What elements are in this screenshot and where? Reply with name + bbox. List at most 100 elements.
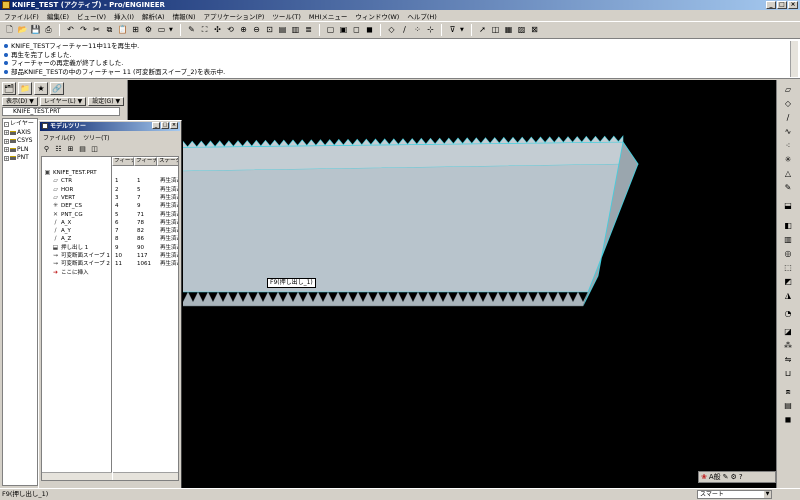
column-header-status[interactable]: ステータス <box>157 157 178 166</box>
csys-icon[interactable]: ⊹ <box>425 25 436 36</box>
tree-filter-icon[interactable]: ⚲ <box>42 144 51 153</box>
model-tree-tab[interactable]: 🗂 <box>2 82 16 95</box>
rib-tool-icon[interactable]: ◩ <box>782 276 794 288</box>
refit-icon[interactable]: ⛶ <box>199 25 210 36</box>
selection-filter-select[interactable]: スマート ▼ <box>697 490 772 499</box>
tree-row[interactable]: ∕A_Z886再生済み <box>42 235 178 243</box>
pattern-tool-icon[interactable]: ⁂ <box>782 340 794 352</box>
tree-row[interactable]: ∕A_Y782再生済み <box>42 227 178 235</box>
saved-views-icon[interactable]: ▥ <box>290 25 301 36</box>
draft-tool-icon[interactable]: ◮ <box>782 290 794 302</box>
column-header-feat-num[interactable]: フィーチャー <box>112 157 134 166</box>
minimize-button[interactable]: _ <box>152 122 160 129</box>
close-window-icon[interactable]: ⊠ <box>529 25 540 36</box>
no-hidden-icon[interactable]: ◻ <box>351 25 362 36</box>
spin-center-icon[interactable]: ✣ <box>212 25 223 36</box>
menu-analysis[interactable]: 解析(A) <box>142 11 165 21</box>
tree-row[interactable]: ⇝可変断面スイープ 110117再生済み <box>42 252 178 260</box>
copy-icon[interactable]: ⧉ <box>104 25 115 36</box>
menu-edit[interactable]: 編集(E) <box>47 11 69 21</box>
hidden-line-icon[interactable]: ▣ <box>338 25 349 36</box>
filter-icon[interactable]: ⊽ <box>447 25 458 36</box>
chamfer-tool-icon[interactable]: ◪ <box>782 326 794 338</box>
extrude-tool-icon[interactable]: ⬓ <box>782 200 794 212</box>
select-box-icon[interactable]: ▭ <box>156 25 167 36</box>
datum-plane-icon[interactable]: ◇ <box>386 25 397 36</box>
chevron-down-icon[interactable]: ▼ <box>169 27 175 33</box>
connections-tab[interactable]: 🔗 <box>50 82 64 95</box>
browser-icon[interactable]: ◫ <box>490 25 501 36</box>
redo-icon[interactable]: ↷ <box>78 25 89 36</box>
revolve-tool-icon[interactable]: ◧ <box>782 220 794 232</box>
tree-display-icon[interactable]: ◫ <box>90 144 99 153</box>
print-icon[interactable]: ⎙ <box>43 25 54 36</box>
layers-icon[interactable]: ≣ <box>303 25 314 36</box>
chevron-down-icon[interactable]: ▼ <box>460 27 466 33</box>
paste-icon[interactable]: 📋 <box>117 25 128 36</box>
sketch-tool-icon[interactable]: ✎ <box>782 182 794 194</box>
window-titlebar[interactable]: KNIFE_TEST (アクティブ) - Pro/ENGINEER _ □ × <box>0 0 800 10</box>
thicken-tool-icon[interactable]: ▤ <box>782 400 794 412</box>
merge-tool-icon[interactable]: ⊔ <box>782 368 794 380</box>
wireframe-icon[interactable]: ▢ <box>325 25 336 36</box>
layer-menu-button[interactable]: レイヤー(L) ▼ <box>39 97 87 106</box>
cut-icon[interactable]: ✂ <box>91 25 102 36</box>
ime-help-icon[interactable]: ? <box>739 473 743 481</box>
hole-tool-icon[interactable]: ◎ <box>782 248 794 260</box>
expand-icon[interactable]: + <box>4 155 9 161</box>
maximize-button[interactable]: □ <box>161 122 169 129</box>
tree-row[interactable]: ➜ ここに挿入 <box>42 269 178 277</box>
orient-icon[interactable]: ⟲ <box>225 25 236 36</box>
maximize-button[interactable]: □ <box>777 1 787 9</box>
ime-mode[interactable]: A般 <box>709 472 721 482</box>
tree-row[interactable]: ⇝可変断面スイープ 2111061再生済み <box>42 260 178 268</box>
layer-item[interactable]: + PNT <box>3 154 37 163</box>
layer-item[interactable]: + CSYS <box>3 137 37 146</box>
tree-row[interactable]: ▣ KNIFE_TEST.PRT <box>42 169 178 177</box>
new-file-icon[interactable]: 🗋 <box>4 25 15 36</box>
menu-mhi[interactable]: MHIメニュー <box>309 11 347 21</box>
tree-row[interactable]: ✕PNT_CG571再生済み <box>42 211 178 219</box>
solidify-tool-icon[interactable]: ◼ <box>782 414 794 426</box>
menu-tools[interactable]: ツール(T) <box>272 11 301 21</box>
datum-axis-icon[interactable]: ∕ <box>399 25 410 36</box>
favorites-tab[interactable]: ★ <box>34 82 48 95</box>
zoom-in-icon[interactable]: ⊕ <box>238 25 249 36</box>
datum-axis-tool-icon[interactable]: ∕ <box>782 112 794 124</box>
zoom-fit-icon[interactable]: ⊡ <box>264 25 275 36</box>
part-front-face[interactable] <box>128 164 638 292</box>
model-tree-window[interactable]: モデルツリー _ □ × ファイル(F) ツリー(T) ⚲ ☷ ⊞ ▤ ◫ フィ… <box>38 120 182 490</box>
window-icon[interactable]: ▦ <box>503 25 514 36</box>
datum-point-tool-icon[interactable]: ⁖ <box>782 140 794 152</box>
collapse-icon[interactable]: - <box>4 121 9 127</box>
menu-help[interactable]: ヘルプ(H) <box>407 11 436 21</box>
settings-menu-button[interactable]: 設定(G) ▼ <box>88 97 125 106</box>
round-tool-icon[interactable]: ◔ <box>782 308 794 320</box>
tree-row[interactable]: ▱VERT37再生済み <box>42 194 178 202</box>
undo-icon[interactable]: ↶ <box>65 25 76 36</box>
regenerate-icon[interactable]: ⚙ <box>143 25 154 36</box>
shading-icon[interactable]: ◼ <box>364 25 375 36</box>
tree-menu-tree[interactable]: ツリー(T) <box>83 133 109 142</box>
tree-menu-file[interactable]: ファイル(F) <box>43 133 75 142</box>
tree-hscrollbar[interactable] <box>42 472 112 480</box>
close-button[interactable]: × <box>788 1 798 9</box>
menu-applications[interactable]: アプリケーション(P) <box>204 11 265 21</box>
offset-tool-icon[interactable]: ⧈ <box>782 386 794 398</box>
layer-item[interactable]: + PLN <box>3 146 37 155</box>
layer-root[interactable]: - レイヤー <box>3 120 37 129</box>
menu-insert[interactable]: 挿入(I) <box>114 11 134 21</box>
message-scrollbar[interactable] <box>790 41 798 77</box>
layer-model-select[interactable]: KNIFE_TEST.PRT <box>2 107 120 116</box>
sketch-plane-icon[interactable]: ◇ <box>782 98 794 110</box>
tree-expand-icon[interactable]: ⊞ <box>66 144 75 153</box>
graphics-viewport[interactable]: F9(押し出し_1) <box>128 80 776 488</box>
expand-icon[interactable]: + <box>4 147 9 153</box>
ime-toolbar[interactable]: ❀ A般 ✎ ⚙ ? <box>698 471 776 483</box>
minimize-button[interactable]: _ <box>766 1 776 9</box>
menu-info[interactable]: 情報(N) <box>173 11 196 21</box>
tile-icon[interactable]: ▨ <box>516 25 527 36</box>
tree-settings-icon[interactable]: ▤ <box>78 144 87 153</box>
save-icon[interactable]: 💾 <box>30 25 41 36</box>
datum-point-icon[interactable]: ⁘ <box>412 25 423 36</box>
